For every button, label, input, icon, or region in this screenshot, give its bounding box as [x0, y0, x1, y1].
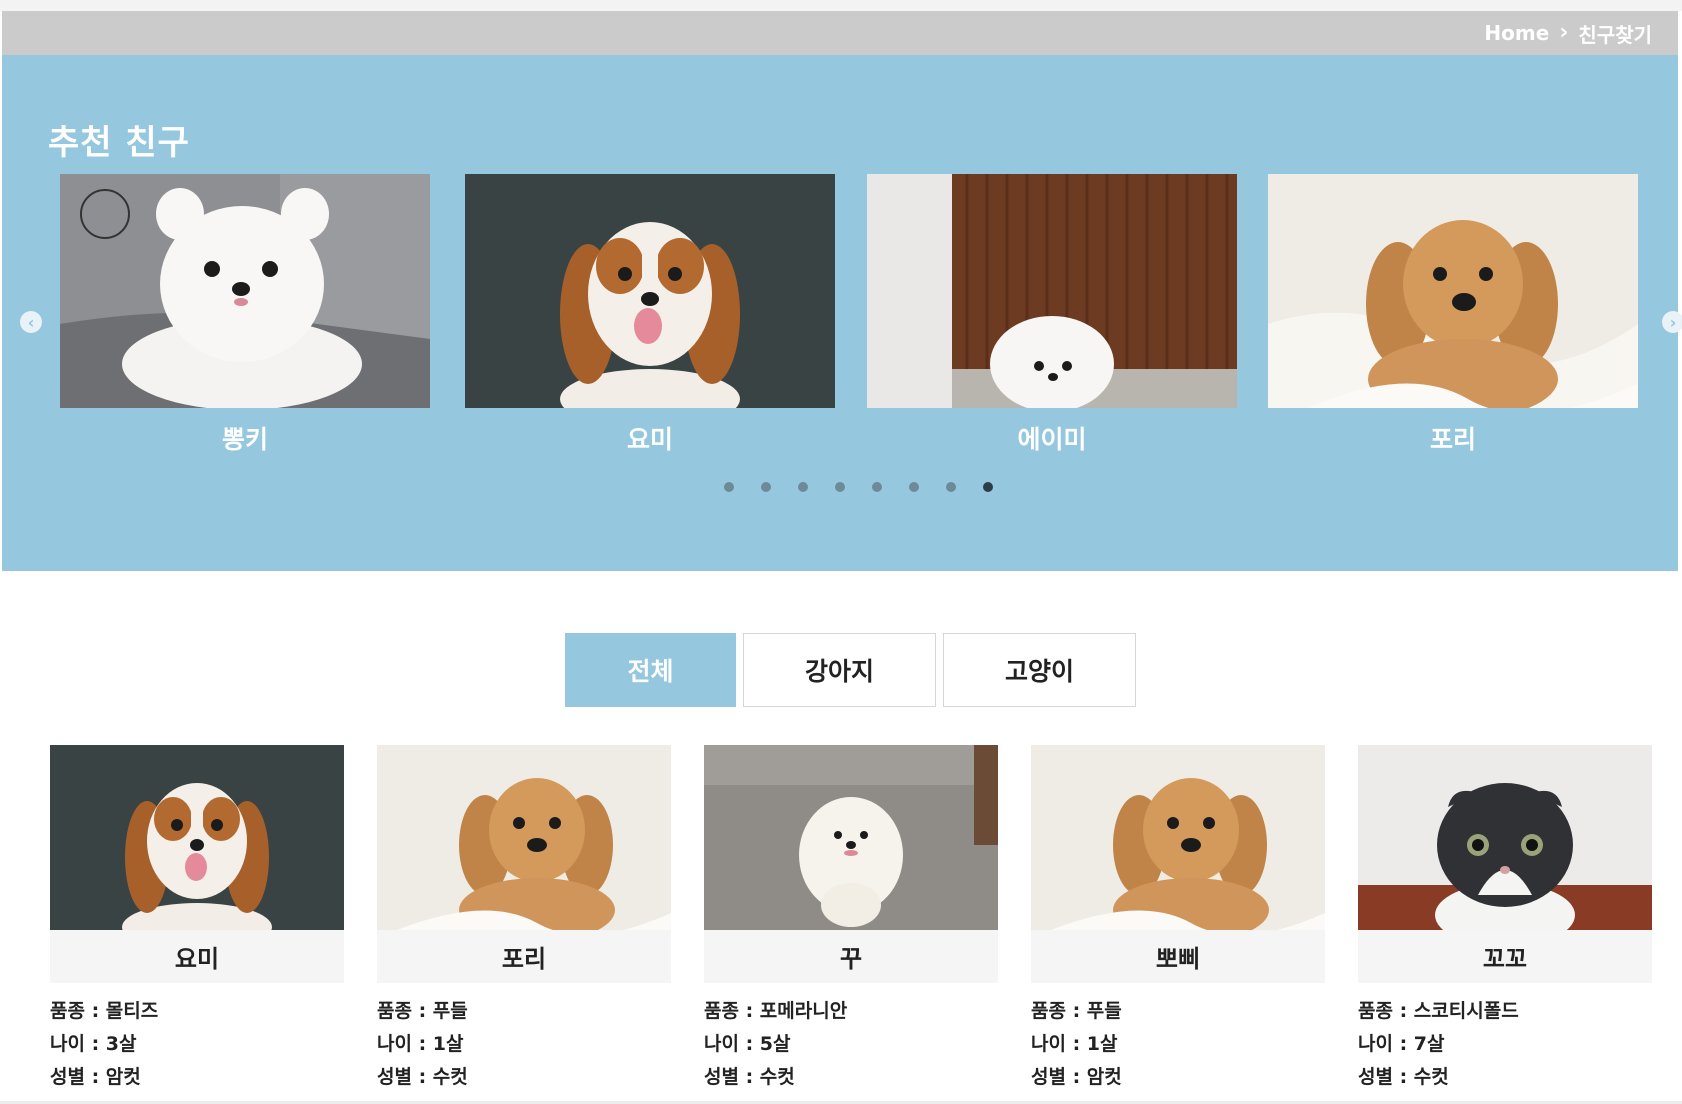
slide-photo-white-puppy[interactable] [867, 174, 1237, 408]
friend-age: 나이 : 1살 [377, 1033, 464, 1055]
carousel-dot[interactable] [723, 482, 734, 492]
breadcrumb-home-link[interactable]: Home [1484, 21, 1549, 45]
tab-all[interactable]: 전체 [565, 633, 736, 707]
carousel-slide[interactable]: 에이미 [867, 174, 1237, 456]
slide-name: 뽕키 [221, 425, 268, 454]
carousel-dot[interactable] [945, 482, 956, 492]
friend-age: 나이 : 7살 [1358, 1033, 1445, 1055]
friend-breed: 품종 : 푸들 [377, 1000, 468, 1022]
slide-name: 요미 [626, 425, 673, 454]
friend-sex: 성별 : 수컷 [1358, 1066, 1449, 1088]
friend-name: 포리 [377, 930, 671, 983]
friend-age: 나이 : 3살 [50, 1033, 137, 1055]
top-strip [0, 0, 1682, 11]
friend-breed: 품종 : 스코티시폴드 [1358, 1000, 1519, 1022]
friend-photo-scottish-fold-cat[interactable] [1358, 745, 1652, 930]
slide-name: 포리 [1429, 425, 1476, 454]
friend-photo-golden-dachshund[interactable] [377, 745, 671, 930]
friend-card[interactable]: 요미 품종 : 몰티즈 나이 : 3살 성별 : 암컷 [50, 745, 344, 1094]
friend-name: 꼬꼬 [1358, 930, 1652, 983]
breadcrumb-current: 친구찾기 [1578, 22, 1652, 47]
friend-breed: 품종 : 몰티즈 [50, 1000, 159, 1022]
carousel-slide[interactable]: 포리 [1268, 174, 1638, 456]
tab-cat[interactable]: 고양이 [943, 633, 1136, 707]
filter-tabs: 전체 강아지 고양이 [565, 633, 1136, 707]
carousel-dot-active[interactable] [982, 482, 993, 492]
friend-info: 품종 : 몰티즈 나이 : 3살 성별 : 암컷 [50, 995, 344, 1094]
friend-card[interactable]: 꾸 품종 : 포메라니안 나이 : 5살 성별 : 수컷 [704, 745, 998, 1094]
friend-sex: 성별 : 수컷 [377, 1066, 468, 1088]
slide-photo-white-pomeranian[interactable] [60, 174, 430, 408]
friend-photo-cavalier[interactable] [50, 745, 344, 930]
friend-sex: 성별 : 암컷 [1031, 1066, 1122, 1088]
friend-info: 품종 : 포메라니안 나이 : 5살 성별 : 수컷 [704, 995, 998, 1094]
friend-sex: 성별 : 암컷 [50, 1066, 141, 1088]
slide-photo-golden-dachshund[interactable] [1268, 174, 1638, 408]
breadcrumb: Home › 친구찾기 [1484, 11, 1652, 55]
friend-info: 품종 : 푸들 나이 : 1살 성별 : 수컷 [377, 995, 671, 1094]
carousel-dot[interactable] [760, 482, 771, 492]
friend-sex: 성별 : 수컷 [704, 1066, 795, 1088]
recommend-title: 추천 친구 [48, 123, 190, 163]
friend-name: 요미 [50, 930, 344, 983]
carousel-dots [2, 482, 1678, 492]
chevron-left-icon[interactable]: ‹ [20, 311, 42, 333]
chevron-right-icon[interactable]: › [1662, 311, 1682, 333]
friend-age: 나이 : 1살 [1031, 1033, 1118, 1055]
carousel-slide[interactable]: 요미 [465, 174, 835, 456]
slide-name: 에이미 [1017, 425, 1087, 454]
carousel-dot[interactable] [871, 482, 882, 492]
carousel-slide[interactable]: 뽕키 [60, 174, 430, 456]
friend-photo-golden-dachshund[interactable] [1031, 745, 1325, 930]
recommend-section: 추천 친구 ‹ › 뽕키 요미 에이미 포리 [2, 55, 1682, 571]
carousel-dot[interactable] [834, 482, 845, 492]
carousel-dot[interactable] [797, 482, 808, 492]
friend-age: 나이 : 5살 [704, 1033, 791, 1055]
carousel-dot[interactable] [908, 482, 919, 492]
chevron-right-icon: › [1559, 20, 1569, 45]
friend-card[interactable]: 포리 품종 : 푸들 나이 : 1살 성별 : 수컷 [377, 745, 671, 1094]
breadcrumb-bar: Home › 친구찾기 [2, 11, 1678, 55]
friend-info: 품종 : 스코티시폴드 나이 : 7살 성별 : 수컷 [1358, 995, 1652, 1094]
slide-photo-cavalier[interactable] [465, 174, 835, 408]
friend-breed: 품종 : 포메라니안 [704, 1000, 848, 1022]
friend-info: 품종 : 푸들 나이 : 1살 성별 : 암컷 [1031, 995, 1325, 1094]
friend-card[interactable]: 꼬꼬 품종 : 스코티시폴드 나이 : 7살 성별 : 수컷 [1358, 745, 1652, 1094]
friend-photo-white-pomeranian[interactable] [704, 745, 998, 930]
friend-breed: 품종 : 푸들 [1031, 1000, 1122, 1022]
friend-name: 꾸 [704, 930, 998, 983]
tab-dog[interactable]: 강아지 [743, 633, 936, 707]
friend-name: 뽀삐 [1031, 930, 1325, 983]
friend-card[interactable]: 뽀삐 품종 : 푸들 나이 : 1살 성별 : 암컷 [1031, 745, 1325, 1094]
